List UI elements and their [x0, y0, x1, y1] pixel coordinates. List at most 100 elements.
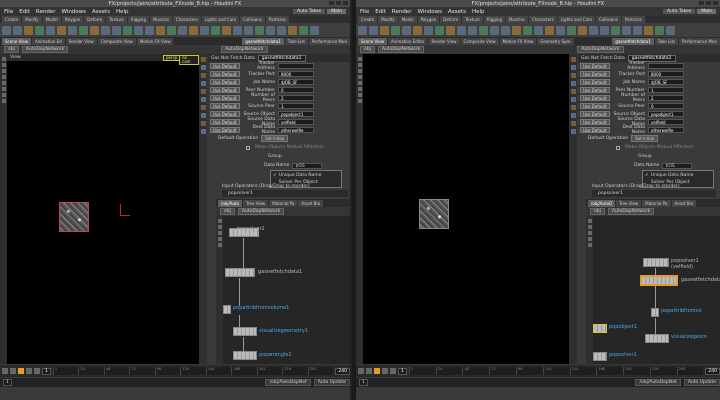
menu-file[interactable]: File: [4, 9, 13, 15]
override-dropdown[interactable]: Use Default: [580, 71, 610, 77]
shelf-tool-icon[interactable]: [79, 25, 88, 35]
shelf-tool-icon[interactable]: [178, 25, 187, 35]
menu-windows[interactable]: Windows: [61, 9, 86, 15]
param-value[interactable]: velfield: [278, 119, 314, 125]
desktop-main[interactable]: Main: [697, 9, 716, 14]
param-value[interactable]: 2: [648, 95, 684, 101]
tab-take-list[interactable]: Take List: [654, 37, 678, 45]
node-visualizegeometry[interactable]: [233, 327, 257, 336]
shelf-tool-icon[interactable]: [567, 25, 576, 35]
shelf-tab[interactable]: Muscles: [149, 16, 172, 23]
shelf-tool-icon[interactable]: [435, 25, 444, 35]
shelf-tool-icon[interactable]: [666, 25, 675, 35]
params-path-network[interactable]: AutoDopNetwork: [221, 46, 268, 53]
net-path-obj[interactable]: obj: [590, 208, 605, 215]
desktop-auto-takes[interactable]: Auto Takes: [293, 9, 326, 14]
shelf-tool-icon[interactable]: [534, 25, 543, 35]
node-popattribfromvolume[interactable]: [651, 308, 659, 317]
tab-tree-view[interactable]: Tree View: [243, 199, 269, 207]
end-frame-field[interactable]: 240: [705, 367, 720, 375]
menu-windows[interactable]: Windows: [417, 9, 442, 15]
handle-tool-icon[interactable]: [357, 81, 362, 85]
shelf-tool-icon[interactable]: [369, 25, 378, 35]
display-option-icon[interactable]: [570, 121, 576, 126]
desktop-main[interactable]: Main: [327, 9, 346, 14]
param-value[interactable]: otherwelfie: [648, 127, 684, 133]
shelf-tool-icon[interactable]: [633, 25, 642, 35]
override-dropdown[interactable]: Use Default: [210, 71, 240, 77]
shelf-tool-icon[interactable]: [358, 25, 367, 35]
start-frame-field[interactable]: 1: [3, 379, 12, 386]
display-option-icon[interactable]: [200, 113, 206, 118]
param-value[interactable]: 8000: [278, 71, 314, 77]
tab-params[interactable]: gasnetfetchdata1: [242, 37, 284, 45]
shelf-tab[interactable]: Lights and Cam: [557, 16, 596, 23]
shelf-tool-icon[interactable]: [2, 25, 11, 35]
select-tool-icon[interactable]: [1, 57, 6, 61]
shelf-tool-icon[interactable]: [13, 25, 22, 35]
shelf-tool-icon[interactable]: [446, 25, 455, 35]
tab-composite-view[interactable]: Composite View: [97, 37, 136, 45]
shelf-tool-icon[interactable]: [167, 25, 176, 35]
tab-network[interactable]: /obj/Auto: [218, 199, 243, 207]
brush-tool-icon[interactable]: [1, 99, 6, 103]
minimize-icon[interactable]: [329, 1, 334, 5]
shelf-tool-icon[interactable]: [600, 25, 609, 35]
tab-animation-editor[interactable]: Animation Ed: [31, 37, 65, 45]
tab-render-view[interactable]: Render View: [65, 37, 97, 45]
shelf-tool-icon[interactable]: [266, 25, 275, 35]
view-tool-icon[interactable]: [357, 93, 362, 97]
override-dropdown[interactable]: Use Default: [580, 119, 610, 125]
tab-motion-fx-view[interactable]: Motion FX View: [136, 37, 174, 45]
display-option-icon[interactable]: [200, 73, 206, 78]
popup-item-unique-data-name[interactable]: ✓ Unique Data Name: [273, 172, 339, 179]
shelf-tool-icon[interactable]: [424, 25, 433, 35]
menu-assets[interactable]: Assets: [92, 9, 110, 15]
display-option-icon[interactable]: [200, 65, 206, 70]
display-option-icon[interactable]: [570, 97, 576, 102]
shelf-tab[interactable]: Create: [358, 16, 378, 23]
override-dropdown[interactable]: Use Default: [210, 103, 240, 109]
current-frame-field[interactable]: 1: [398, 367, 407, 375]
shelf-tab[interactable]: Deform: [84, 16, 106, 23]
override-dropdown[interactable]: Use Default: [580, 63, 610, 69]
menu-edit[interactable]: Edit: [19, 9, 30, 15]
shelf-tab[interactable]: Deform: [440, 16, 462, 23]
shelf-tool-icon[interactable]: [589, 25, 598, 35]
shelf-tool-icon[interactable]: [611, 25, 620, 35]
display-option-icon[interactable]: [200, 105, 206, 110]
rewind-icon[interactable]: [358, 368, 364, 374]
tab-geometry-spreadsheet[interactable]: Geometry Spre: [537, 37, 574, 45]
rotate-tool-icon[interactable]: [357, 69, 362, 73]
maximize-icon[interactable]: [336, 1, 341, 5]
net-tool-icon[interactable]: [217, 225, 222, 229]
display-option-icon[interactable]: [570, 113, 576, 118]
timeline-ruler[interactable]: 1 24 48 72 96 120 144 168 192 216 240: [408, 367, 704, 375]
input-operator-item[interactable]: popsolver1: [598, 191, 623, 196]
shelf-tool-icon[interactable]: [68, 25, 77, 35]
display-option-icon[interactable]: [570, 81, 576, 86]
rewind-icon[interactable]: [2, 368, 8, 374]
play-icon[interactable]: [374, 368, 380, 374]
display-option-icon[interactable]: [570, 89, 576, 94]
shelf-tool-icon[interactable]: [556, 25, 565, 35]
input-operator-list[interactable]: popsolver1: [592, 190, 716, 197]
shelf-tool-icon[interactable]: [402, 25, 411, 35]
shelf-tab[interactable]: Particles: [621, 16, 645, 23]
node-popsolver-2[interactable]: [593, 352, 607, 361]
node-popwrangle[interactable]: [233, 351, 257, 360]
override-dropdown[interactable]: Use Default: [580, 95, 610, 101]
override-dropdown[interactable]: Use Default: [210, 95, 240, 101]
current-frame-field[interactable]: 1: [42, 367, 51, 375]
net-path-network[interactable]: AutoDopNetwork: [607, 208, 655, 215]
override-dropdown[interactable]: Use Default: [210, 127, 240, 133]
shelf-tool-icon[interactable]: [57, 25, 66, 35]
override-dropdown[interactable]: Use Default: [580, 111, 610, 117]
shelf-tool-icon[interactable]: [490, 25, 499, 35]
shelf-tab[interactable]: Muscles: [505, 16, 528, 23]
input-operator-list[interactable]: popsolver1: [222, 190, 348, 197]
default-operation-menu[interactable]: Set Initial: [261, 135, 289, 142]
menu-render[interactable]: Render: [36, 9, 56, 15]
shelf-tool-icon[interactable]: [233, 25, 242, 35]
net-tool-icon[interactable]: [587, 237, 592, 241]
